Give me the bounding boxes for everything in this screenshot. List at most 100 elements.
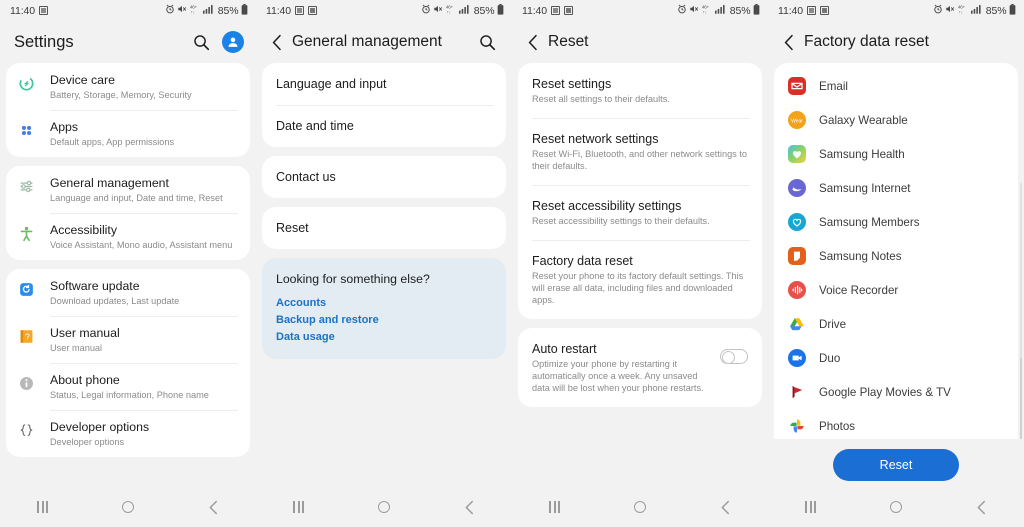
back-chevron-icon[interactable] bbox=[778, 30, 800, 54]
list-item-voice-recorder[interactable]: Voice Recorder bbox=[774, 273, 1018, 307]
auto-restart-toggle[interactable] bbox=[720, 349, 748, 364]
lte-plus-icon: 46+ ↑↓ bbox=[958, 4, 969, 17]
screenshot-icon bbox=[820, 6, 829, 15]
list-item-samsung-notes[interactable]: Samsung Notes bbox=[774, 239, 1018, 273]
galaxy-wearable-icon: Wear bbox=[788, 111, 806, 129]
svg-text:↑↓: ↑↓ bbox=[958, 10, 962, 15]
back-button[interactable] bbox=[702, 492, 748, 522]
recents-button[interactable] bbox=[788, 492, 834, 522]
item-subtitle: Developer options bbox=[50, 437, 125, 447]
list-item-email[interactable]: Email bbox=[774, 69, 1018, 103]
signal-bars-icon bbox=[715, 4, 726, 17]
home-button[interactable] bbox=[873, 492, 919, 522]
reset-button[interactable]: Reset bbox=[833, 449, 959, 481]
system-navigation-bar bbox=[512, 487, 768, 527]
recents-button[interactable] bbox=[532, 492, 578, 522]
recents-button[interactable] bbox=[20, 492, 66, 522]
list-item-language-and-input[interactable]: Language and input bbox=[262, 63, 506, 105]
list-item-duo[interactable]: Duo bbox=[774, 341, 1018, 375]
item-title: Reset settings bbox=[532, 77, 612, 91]
app-label: Drive bbox=[819, 317, 847, 331]
svg-text:46+: 46+ bbox=[958, 5, 966, 10]
list-item-reset-accessibility-settings[interactable]: Reset accessibility settings Reset acces… bbox=[518, 185, 762, 240]
reset-header: Reset bbox=[512, 21, 768, 63]
reset-list[interactable]: Reset settings Reset all settings to the… bbox=[512, 63, 768, 487]
home-button[interactable] bbox=[617, 492, 663, 522]
item-subtitle: Voice Assistant, Mono audio, Assistant m… bbox=[50, 240, 233, 250]
home-button[interactable] bbox=[361, 492, 407, 522]
settings-group-1: Device care Battery, Storage, Memory, Se… bbox=[6, 63, 250, 157]
lte-plus-icon: 46+ ↑↓ bbox=[702, 4, 713, 17]
link-data-usage[interactable]: Data usage bbox=[276, 329, 492, 346]
svg-text:?: ? bbox=[25, 332, 30, 342]
list-item-samsung-internet[interactable]: Samsung Internet bbox=[774, 171, 1018, 205]
sidebar-item-apps[interactable]: Apps Default apps, App permissions bbox=[6, 110, 250, 157]
item-subtitle: Reset Wi-Fi, Bluetooth, and other networ… bbox=[532, 149, 747, 171]
scrollbar-thumb[interactable] bbox=[1019, 358, 1022, 439]
list-item-reset-network-settings[interactable]: Reset network settings Reset Wi-Fi, Blue… bbox=[518, 118, 762, 185]
item-title: Reset network settings bbox=[532, 132, 659, 146]
sidebar-item-user-manual[interactable]: ? User manual User manual bbox=[6, 316, 250, 363]
settings-group-3: Software update Download updates, Last u… bbox=[6, 269, 250, 457]
developer-options-icon bbox=[18, 419, 50, 439]
list-item-contact-us[interactable]: Contact us bbox=[262, 156, 506, 198]
list-item-samsung-members[interactable]: Samsung Members bbox=[774, 205, 1018, 239]
list-item-reset-settings[interactable]: Reset settings Reset all settings to the… bbox=[518, 63, 762, 118]
link-backup-and-restore[interactable]: Backup and restore bbox=[276, 312, 492, 329]
list-item-photos[interactable]: Photos bbox=[774, 409, 1018, 439]
list-item-samsung-health[interactable]: Samsung Health bbox=[774, 137, 1018, 171]
app-label: Samsung Members bbox=[819, 215, 920, 229]
battery-percent: 85% bbox=[217, 4, 239, 17]
back-button[interactable] bbox=[190, 492, 236, 522]
panel-reset: 11:40 46+ ↑↓ 85% Reset Reset settings Re… bbox=[512, 0, 768, 527]
list-item-google-play-movies-tv[interactable]: Google Play Movies & TV bbox=[774, 375, 1018, 409]
sidebar-item-software-update[interactable]: Software update Download updates, Last u… bbox=[6, 269, 250, 316]
svg-text:↑↓: ↑↓ bbox=[190, 10, 194, 15]
sidebar-item-about-phone[interactable]: About phone Status, Legal information, P… bbox=[6, 363, 250, 410]
auto-restart-card: Auto restart Optimize your phone by rest… bbox=[518, 328, 762, 407]
general-management-list[interactable]: Language and input Date and time Contact… bbox=[256, 63, 512, 487]
sidebar-item-accessibility[interactable]: Accessibility Voice Assistant, Mono audi… bbox=[6, 213, 250, 260]
sidebar-item-developer-options[interactable]: Developer options Developer options bbox=[6, 410, 250, 457]
list-item-reset[interactable]: Reset bbox=[262, 207, 506, 249]
recents-button[interactable] bbox=[276, 492, 322, 522]
item-subtitle: Reset all settings to their defaults. bbox=[532, 94, 670, 104]
list-item-date-and-time[interactable]: Date and time bbox=[262, 105, 506, 147]
page-title: Reset bbox=[548, 33, 589, 50]
account-avatar-icon[interactable] bbox=[222, 31, 244, 53]
back-button[interactable] bbox=[958, 492, 1004, 522]
back-button[interactable] bbox=[446, 492, 492, 522]
battery-percent: 85% bbox=[729, 4, 751, 17]
battery-icon bbox=[241, 3, 248, 18]
reset-options-group: Reset settings Reset all settings to the… bbox=[518, 63, 762, 319]
back-chevron-icon[interactable] bbox=[522, 30, 544, 54]
mute-icon bbox=[433, 4, 443, 17]
settings-list[interactable]: Device care Battery, Storage, Memory, Se… bbox=[0, 63, 256, 487]
list-item-drive[interactable]: Drive bbox=[774, 307, 1018, 341]
back-chevron-icon[interactable] bbox=[266, 30, 288, 54]
looking-for-something-else-card: Looking for something else? Accounts Bac… bbox=[262, 258, 506, 359]
lte-plus-icon: 46+ ↑↓ bbox=[190, 4, 201, 17]
battery-percent: 85% bbox=[985, 4, 1007, 17]
search-icon[interactable] bbox=[474, 29, 500, 55]
item-title: Apps bbox=[50, 120, 79, 134]
list-item-factory-data-reset[interactable]: Factory data reset Reset your phone to i… bbox=[518, 240, 762, 319]
list-item-auto-restart[interactable]: Auto restart Optimize your phone by rest… bbox=[518, 328, 762, 407]
home-button[interactable] bbox=[105, 492, 151, 522]
link-accounts[interactable]: Accounts bbox=[276, 295, 492, 312]
account-app-list[interactable]: Email Wear Galaxy Wearable Samsung Healt… bbox=[768, 63, 1024, 439]
samsung-notes-icon bbox=[788, 247, 806, 265]
image-icon bbox=[295, 6, 304, 15]
item-title: Software update bbox=[50, 279, 140, 293]
sidebar-item-device-care[interactable]: Device care Battery, Storage, Memory, Se… bbox=[6, 63, 250, 110]
sidebar-item-general-management[interactable]: General management Language and input, D… bbox=[6, 166, 250, 213]
app-label: Photos bbox=[819, 419, 856, 433]
device-care-icon bbox=[18, 72, 50, 92]
search-icon[interactable] bbox=[188, 29, 214, 55]
item-title: Factory data reset bbox=[532, 254, 633, 268]
list-item-galaxy-wearable[interactable]: Wear Galaxy Wearable bbox=[774, 103, 1018, 137]
svg-text:46+: 46+ bbox=[702, 5, 710, 10]
item-subtitle: Battery, Storage, Memory, Security bbox=[50, 90, 192, 100]
panel-factory-data-reset: 11:40 46+ ↑↓ 85% Factory data reset Emai… bbox=[768, 0, 1024, 527]
svg-text:46+: 46+ bbox=[446, 5, 454, 10]
